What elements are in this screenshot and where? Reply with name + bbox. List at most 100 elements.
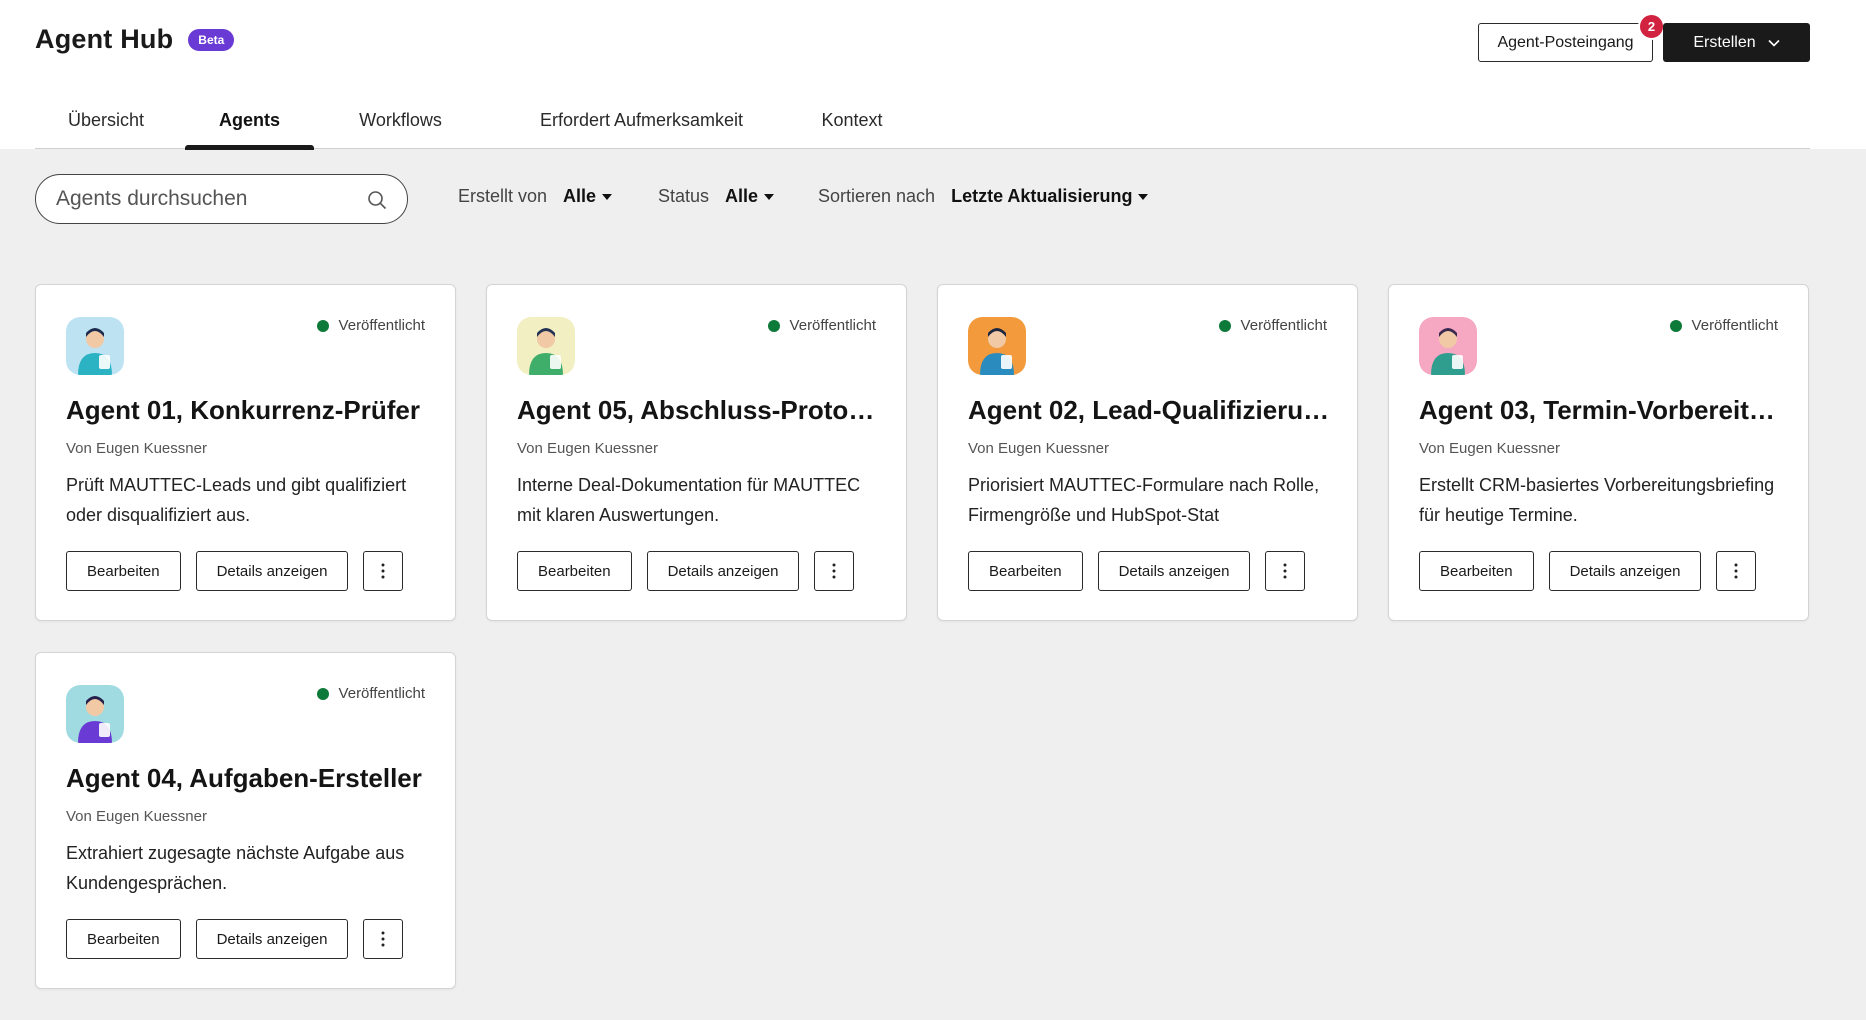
agent-avatar — [1419, 317, 1477, 375]
agent-description: Prüft MAUTTEC-Leads und gibt qualifizier… — [66, 475, 407, 525]
search-box — [35, 174, 408, 224]
filter-value[interactable]: Alle — [725, 186, 775, 207]
status-dot-icon — [1218, 319, 1231, 332]
agent-avatar-illustration — [517, 317, 575, 375]
agent-description: Erstellt CRM-basiertes Vorbereitungsbrie… — [1419, 475, 1775, 525]
status-text: Veröffentlicht — [1240, 317, 1327, 334]
status-text: Veröffentlicht — [338, 317, 425, 334]
status-text: Veröffentlicht — [338, 685, 425, 702]
agent-description: Interne Deal-Dokumentation für MAUTTEC m… — [517, 475, 861, 525]
agent-author: Von Eugen Kuessner — [66, 440, 207, 457]
agent-title: Agent 02, Lead-Qualifizierung — [968, 395, 1333, 425]
agent-card: Veröffentlicht Agent 02, Lead-Qualifizie… — [937, 284, 1358, 621]
tab-agents[interactable]: Agents — [185, 108, 314, 150]
caret-down-icon — [764, 193, 775, 200]
agent-avatar-illustration — [66, 685, 124, 743]
caret-down-icon — [602, 193, 613, 200]
caret-down-icon — [1138, 193, 1149, 200]
status-badge: Veröffentlicht — [316, 317, 425, 334]
search-input[interactable] — [56, 175, 356, 223]
more-vertical-icon — [1283, 563, 1287, 579]
status-text: Veröffentlicht — [789, 317, 876, 334]
more-options-button[interactable] — [814, 551, 855, 591]
card-actions: Bearbeiten Details anzeigen — [968, 551, 1306, 591]
edit-button[interactable]: Bearbeiten — [517, 551, 632, 591]
filter-label: Sortieren nach — [818, 186, 936, 206]
page-title: Agent Hub — [35, 24, 174, 54]
agent-card: Veröffentlicht Agent 05, Abschluss-Proto… — [486, 284, 907, 621]
edit-button[interactable]: Bearbeiten — [1419, 551, 1534, 591]
agent-description: Priorisiert MAUTTEC-Formulare nach Rolle… — [968, 475, 1320, 525]
status-dot-icon — [316, 319, 329, 332]
details-button[interactable]: Details anzeigen — [195, 919, 349, 959]
top-header: Agent Hub Beta Agent-Posteingang 2 Erste… — [0, 0, 1866, 150]
more-options-button[interactable] — [363, 919, 404, 959]
status-badge: Veröffentlicht — [316, 685, 425, 702]
tab-needs-attention[interactable]: Erfordert Aufmerksamkeit — [488, 108, 795, 149]
filter-label: Erstellt von — [458, 186, 548, 206]
status-dot-icon — [767, 319, 780, 332]
tab-overview[interactable]: Übersicht — [35, 108, 177, 149]
agent-description: Extrahiert zugesagte nächste Aufgabe aus… — [66, 843, 405, 893]
filter-value-text: Letzte Aktualisierung — [951, 186, 1133, 206]
details-button[interactable]: Details anzeigen — [1097, 551, 1251, 591]
more-options-button[interactable] — [1265, 551, 1306, 591]
filter-created-by[interactable]: Erstellt von Alle — [458, 186, 613, 207]
card-actions: Bearbeiten Details anzeigen — [1419, 551, 1757, 591]
agent-avatar — [66, 685, 124, 743]
status-dot-icon — [1669, 319, 1682, 332]
more-vertical-icon — [381, 931, 385, 947]
agent-avatar-illustration — [66, 317, 124, 375]
agent-title: Agent 05, Abschluss-Protokoll — [517, 395, 882, 425]
edit-button[interactable]: Bearbeiten — [66, 551, 181, 591]
card-actions: Bearbeiten Details anzeigen — [66, 919, 404, 959]
agent-title: Agent 01, Konkurrenz-Prüfer — [66, 395, 420, 425]
status-badge: Veröffentlicht — [1218, 317, 1327, 334]
agent-author: Von Eugen Kuessner — [1419, 440, 1560, 457]
agent-card: Veröffentlicht Agent 04, Aufgaben-Erstel… — [35, 652, 456, 989]
create-button[interactable]: Erstellen — [1663, 23, 1810, 62]
agent-avatar-illustration — [968, 317, 1026, 375]
filter-value-text: Alle — [725, 186, 759, 206]
details-button[interactable]: Details anzeigen — [646, 551, 800, 591]
more-options-button[interactable] — [1716, 551, 1757, 591]
tab-workflows[interactable]: Workflows — [333, 108, 468, 149]
agent-author: Von Eugen Kuessner — [517, 440, 658, 457]
agent-author: Von Eugen Kuessner — [66, 808, 207, 825]
inbox-count-badge: 2 — [1638, 13, 1665, 40]
agent-author: Von Eugen Kuessner — [968, 440, 1109, 457]
agent-card: Veröffentlicht Agent 01, Konkurrenz-Prüf… — [35, 284, 456, 621]
filter-value[interactable]: Alle — [563, 186, 613, 207]
filter-status[interactable]: Status Alle — [658, 186, 775, 207]
agent-title: Agent 04, Aufgaben-Ersteller — [66, 763, 422, 793]
details-button[interactable]: Details anzeigen — [195, 551, 349, 591]
card-actions: Bearbeiten Details anzeigen — [517, 551, 855, 591]
agent-inbox-button[interactable]: Agent-Posteingang — [1478, 23, 1653, 62]
agent-title: Agent 03, Termin-Vorbereitung — [1419, 395, 1784, 425]
status-badge: Veröffentlicht — [767, 317, 876, 334]
more-vertical-icon — [381, 563, 385, 579]
title-row: Agent Hub Beta — [35, 24, 235, 55]
more-options-button[interactable] — [363, 551, 404, 591]
edit-button[interactable]: Bearbeiten — [66, 919, 181, 959]
chevron-down-icon — [1768, 39, 1780, 47]
agent-avatar-illustration — [1419, 317, 1477, 375]
status-dot-icon — [316, 687, 329, 700]
beta-badge: Beta — [188, 28, 235, 51]
create-button-label: Erstellen — [1693, 33, 1756, 51]
filter-value[interactable]: Letzte Aktualisierung — [951, 186, 1149, 207]
tab-context[interactable]: Kontext — [777, 108, 927, 149]
agent-avatar — [517, 317, 575, 375]
card-actions: Bearbeiten Details anzeigen — [66, 551, 404, 591]
edit-button[interactable]: Bearbeiten — [968, 551, 1083, 591]
details-button[interactable]: Details anzeigen — [1548, 551, 1702, 591]
search-icon[interactable] — [367, 190, 387, 210]
agent-card: Veröffentlicht Agent 03, Termin-Vorberei… — [1388, 284, 1809, 621]
filter-label: Status — [658, 186, 710, 206]
agent-avatar — [968, 317, 1026, 375]
status-text: Veröffentlicht — [1691, 317, 1778, 334]
more-vertical-icon — [1734, 563, 1738, 579]
tab-bar: Übersicht Agents Workflows Erfordert Auf… — [35, 108, 1810, 150]
filter-value-text: Alle — [563, 186, 597, 206]
filter-sort-by[interactable]: Sortieren nach Letzte Aktualisierung — [818, 186, 1149, 207]
